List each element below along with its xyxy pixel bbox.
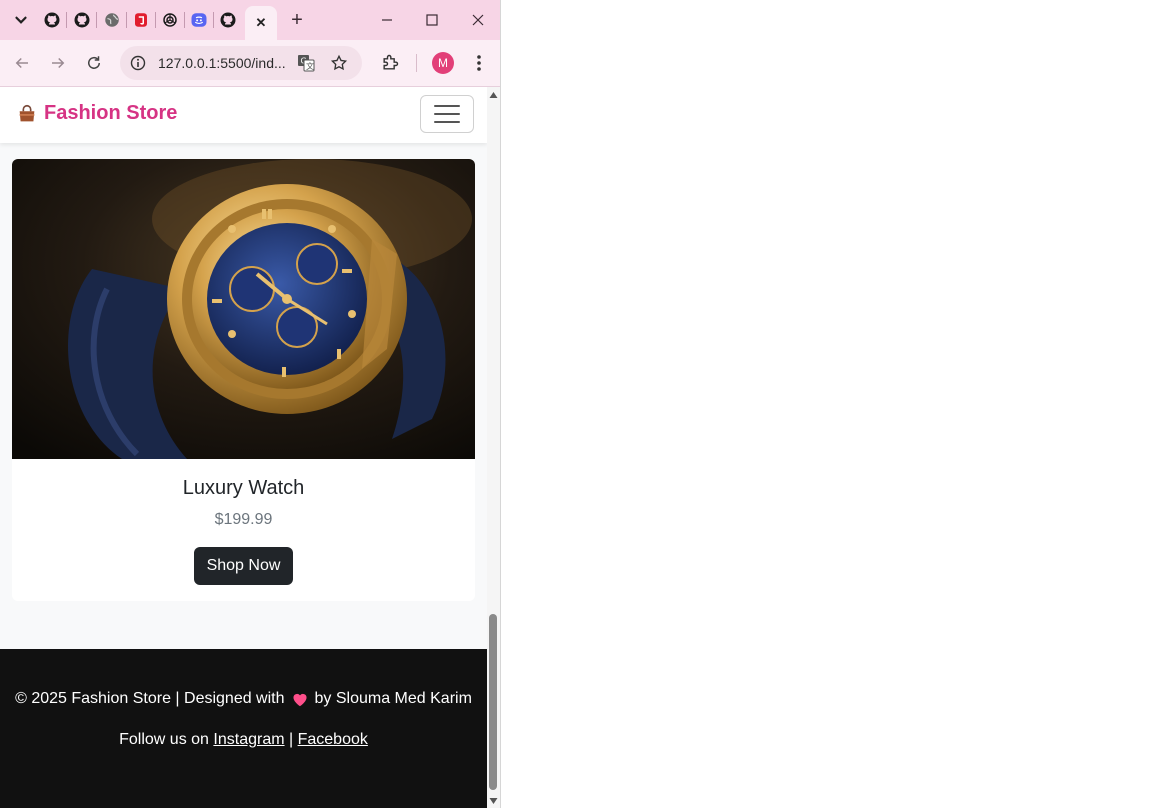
heart-icon — [292, 693, 307, 707]
translate-icon[interactable]: G文 — [297, 54, 315, 72]
tab-discord[interactable] — [188, 9, 210, 31]
instagram-link[interactable]: Instagram — [213, 731, 284, 748]
hamburger-line — [434, 105, 460, 107]
facebook-link[interactable]: Facebook — [298, 731, 368, 748]
globe-icon — [105, 13, 119, 27]
site-navbar: Fashion Store — [0, 87, 487, 143]
social-separator: | — [289, 731, 294, 748]
footer-copyright: © 2025 Fashion Store | Designed with by … — [0, 690, 487, 708]
close-icon — [472, 14, 484, 26]
close-window-button[interactable] — [463, 8, 493, 32]
arrow-right-icon — [52, 57, 65, 69]
reload-icon — [88, 56, 100, 69]
extensions-button[interactable] — [378, 51, 402, 75]
handbag-icon — [19, 104, 35, 121]
github-icon — [220, 12, 236, 28]
shop-now-button[interactable]: Shop Now — [194, 547, 293, 585]
github-icon — [74, 12, 90, 28]
designer-text: by Slouma Med Karim — [314, 690, 472, 707]
scroll-up-arrow-icon[interactable] — [489, 91, 498, 99]
browser-toolbar: 127.0.0.1:5500/ind... G文 M — [0, 40, 500, 87]
tab-red-app[interactable] — [130, 9, 152, 31]
tab-strip: ✕ + — [0, 0, 500, 40]
maximize-button[interactable] — [417, 8, 447, 32]
bookmark-star-icon[interactable] — [330, 54, 348, 72]
github-icon — [44, 12, 60, 28]
active-tab[interactable]: ✕ — [245, 6, 277, 40]
hamburger-line — [434, 113, 460, 115]
new-tab-button[interactable]: + — [282, 8, 312, 32]
brand-link[interactable]: Fashion Store — [16, 102, 177, 125]
vertical-scrollbar[interactable] — [487, 87, 500, 808]
profile-avatar[interactable]: M — [432, 52, 454, 74]
tab-github-2[interactable] — [71, 9, 93, 31]
copyright-text: © 2025 Fashion Store | Designed with — [15, 690, 285, 707]
tab-search-button[interactable] — [10, 9, 32, 31]
site-footer: © 2025 Fashion Store | Designed with by … — [0, 649, 487, 808]
arrow-left-icon — [15, 57, 28, 69]
url-text[interactable]: 127.0.0.1:5500/ind... — [158, 55, 286, 71]
product-card: Luxury Watch $199.99 Shop Now — [12, 159, 475, 601]
puzzle-icon — [383, 54, 399, 70]
tab-github-1[interactable] — [41, 9, 63, 31]
site-info-icon[interactable] — [130, 55, 146, 71]
menu-button[interactable] — [467, 51, 491, 75]
browser-window: ✕ + 127.0.0.1:5500/ind... G文 — [0, 0, 501, 808]
openai-icon — [163, 13, 177, 27]
brand-name[interactable]: Fashion Store — [44, 102, 177, 125]
svg-text:文: 文 — [306, 61, 314, 71]
tab-openai[interactable] — [159, 9, 181, 31]
more-vert-icon — [477, 55, 481, 71]
page-viewport: Fashion Store Luxury Watch $199.99 Shop … — [0, 87, 487, 808]
scroll-thumb[interactable] — [489, 614, 497, 790]
product-price: $199.99 — [214, 511, 273, 528]
product-title: Luxury Watch — [182, 477, 305, 499]
tab-globe[interactable] — [101, 9, 123, 31]
chevron-down-icon — [15, 16, 27, 24]
minimize-button[interactable] — [372, 8, 402, 32]
address-bar[interactable]: 127.0.0.1:5500/ind... G文 — [120, 46, 362, 80]
scroll-down-arrow-icon[interactable] — [489, 797, 498, 805]
tab-github-3[interactable] — [217, 9, 239, 31]
luxury-watch-image — [12, 159, 475, 459]
maximize-icon — [426, 14, 438, 26]
red-app-icon — [135, 13, 147, 27]
close-tab-icon[interactable]: ✕ — [256, 15, 267, 31]
back-button[interactable] — [10, 51, 34, 75]
minimize-icon — [382, 19, 392, 21]
forward-button[interactable] — [46, 51, 70, 75]
follow-text: Follow us on — [119, 731, 209, 748]
reload-button[interactable] — [82, 51, 106, 75]
navbar-toggler-button[interactable] — [420, 95, 474, 133]
footer-social: Follow us on Instagram | Facebook — [0, 731, 487, 749]
hamburger-line — [434, 121, 460, 123]
discord-icon — [191, 13, 207, 27]
